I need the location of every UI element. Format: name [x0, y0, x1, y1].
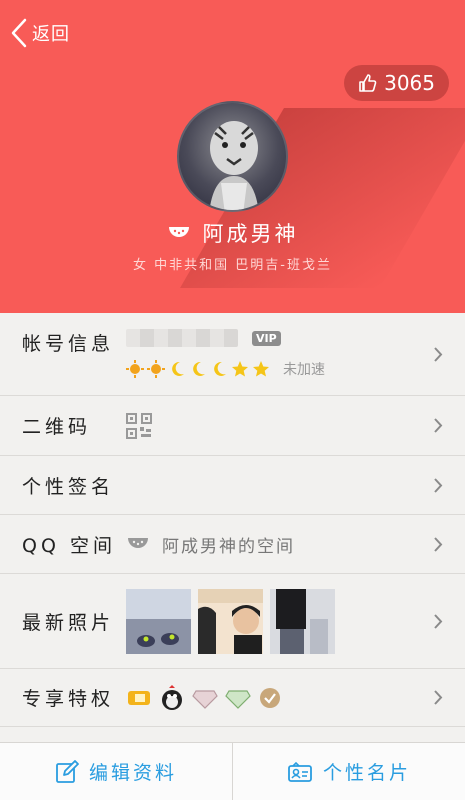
photo-thumbnail[interactable]	[270, 588, 335, 654]
qrcode-preview	[126, 412, 152, 439]
chevron-right-icon	[434, 613, 443, 629]
row-privileges[interactable]: 专享特权	[0, 669, 465, 727]
back-label: 返回	[32, 24, 70, 45]
photo-strip	[126, 588, 342, 654]
level-line: 未加速	[126, 359, 325, 379]
like-count: 3065	[384, 71, 435, 95]
qzone-link: 阿成男神的空间	[126, 532, 295, 557]
blurred-account-name	[126, 329, 238, 347]
row-label-photos: 最新照片	[22, 611, 115, 634]
edit-profile-label: 编辑资料	[88, 762, 177, 784]
star-icon	[232, 361, 248, 377]
qr-code-icon	[126, 412, 152, 439]
chevron-right-icon	[434, 690, 443, 705]
row-label-qrcode: 二维码	[22, 416, 92, 438]
star-icon	[253, 361, 269, 377]
thumbs-up-icon	[359, 74, 377, 92]
vip-badge: VIP	[252, 330, 281, 346]
row-signature[interactable]: 个性签名	[0, 456, 465, 515]
vip-gold-icon	[128, 690, 150, 705]
bottom-action-bar: 编辑资料 个性名片	[0, 742, 465, 800]
row-label-signature: 个性签名	[22, 475, 115, 498]
nickname-row: 阿成男神	[0, 218, 465, 248]
watermelon-icon	[128, 538, 148, 548]
acceleration-status: 未加速	[283, 362, 325, 378]
certified-badge-icon	[260, 687, 280, 708]
photo-thumbnail[interactable]	[126, 588, 191, 654]
chevron-right-icon	[434, 536, 443, 552]
chevron-right-icon	[434, 347, 443, 362]
privilege-icons	[126, 684, 289, 711]
penguin-icon	[162, 684, 182, 710]
avatar[interactable]	[177, 101, 288, 212]
qq-level-icons	[126, 360, 273, 378]
diamond-green-icon	[225, 689, 251, 709]
photo-thumbnail[interactable]	[198, 588, 263, 654]
nickname: 阿成男神	[202, 222, 299, 246]
sun-icon	[147, 360, 165, 378]
edit-profile-button[interactable]: 编辑资料	[0, 743, 232, 800]
like-count-button[interactable]: 3065	[344, 65, 449, 101]
moon-icon	[214, 361, 226, 376]
row-qzone[interactable]: QQ 空间 阿成男神的空间	[0, 515, 465, 574]
row-label-account: 帐号信息	[22, 333, 115, 355]
moon-icon	[193, 361, 205, 376]
qzone-name: 阿成男神的空间	[162, 536, 295, 557]
chevron-right-icon	[434, 418, 443, 433]
edit-icon	[56, 759, 79, 783]
back-button[interactable]: 返回	[10, 18, 70, 48]
diamond-pink-icon	[192, 689, 218, 709]
back-arrow-icon	[11, 18, 27, 48]
card-icon	[288, 761, 312, 782]
row-account-info[interactable]: 帐号信息 VIP 未加速	[0, 313, 465, 396]
profile-card-label: 个性名片	[322, 762, 411, 784]
gender-location: 女 中非共和国 巴明吉-班戈兰	[133, 258, 332, 273]
chevron-right-icon	[434, 477, 443, 493]
row-label-privilege: 专享特权	[22, 688, 115, 710]
tiger-avatar-image	[209, 121, 259, 210]
row-label-qzone: QQ 空间	[22, 534, 116, 557]
row-latest-photos[interactable]: 最新照片	[0, 574, 465, 669]
sun-icon	[126, 360, 144, 378]
profile-header: 返回 3065 阿成男神 女 中非共和国 巴明吉-班戈兰	[0, 0, 465, 313]
watermelon-icon	[168, 227, 189, 237]
account-name-line: VIP	[126, 329, 281, 347]
profile-card-button[interactable]: 个性名片	[233, 743, 465, 800]
moon-icon	[172, 361, 184, 376]
row-qrcode[interactable]: 二维码	[0, 396, 465, 456]
